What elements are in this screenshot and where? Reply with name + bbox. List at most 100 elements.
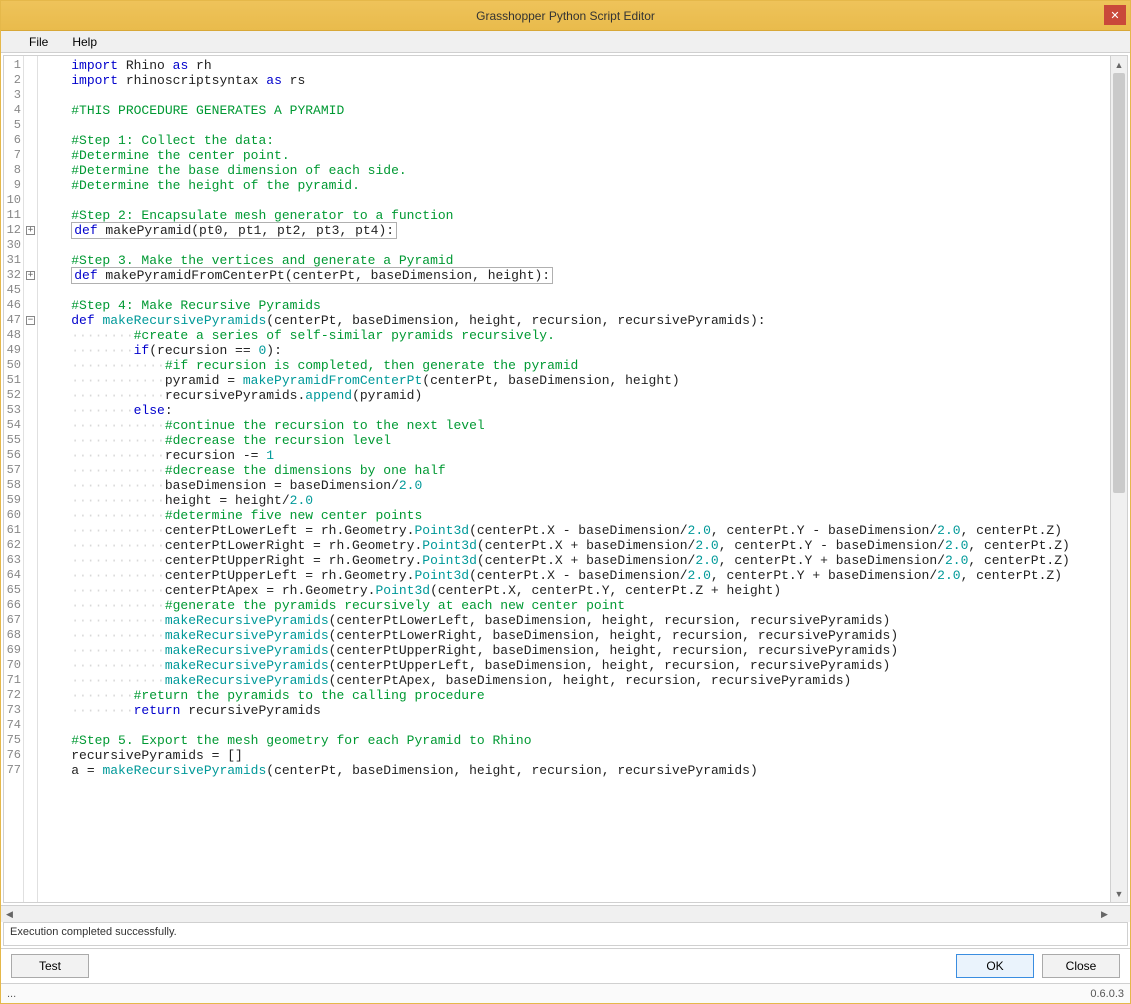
scroll-thumb[interactable]	[1113, 73, 1125, 493]
code-line[interactable]: ············makeRecursivePyramids(center…	[40, 613, 1110, 628]
code-line[interactable]: #Step 4: Make Recursive Pyramids	[40, 298, 1110, 313]
line-number: 60	[4, 508, 23, 523]
close-icon[interactable]: ✕	[1104, 5, 1126, 25]
code-line[interactable]: ············pyramid = makePyramidFromCen…	[40, 373, 1110, 388]
fold-cell	[24, 403, 37, 418]
vertical-scrollbar[interactable]: ▲ ▼	[1110, 56, 1127, 902]
fold-cell	[24, 658, 37, 673]
fold-cell	[24, 178, 37, 193]
code-line[interactable]: ············centerPtUpperRight = rh.Geom…	[40, 553, 1110, 568]
code-line[interactable]: ············#decrease the recursion leve…	[40, 433, 1110, 448]
fold-cell	[24, 463, 37, 478]
hscroll-track[interactable]	[18, 906, 1096, 922]
folded-code[interactable]: def makePyramidFromCenterPt(centerPt, ba…	[71, 267, 553, 284]
fold-cell	[24, 118, 37, 133]
code-line[interactable]: #Determine the height of the pyramid.	[40, 178, 1110, 193]
menu-help[interactable]: Help	[62, 33, 107, 51]
fold-cell	[24, 163, 37, 178]
line-number: 70	[4, 658, 23, 673]
code-line[interactable]: def makeRecursivePyramids(centerPt, base…	[40, 313, 1110, 328]
code-line[interactable]: ········#create a series of self-similar…	[40, 328, 1110, 343]
line-number: 75	[4, 733, 23, 748]
menu-file[interactable]: File	[19, 33, 58, 51]
code-line[interactable]: ············centerPtApex = rh.Geometry.P…	[40, 583, 1110, 598]
code-pane[interactable]: import Rhino as rh import rhinoscriptsyn…	[38, 56, 1110, 902]
code-line[interactable]: ············#generate the pyramids recur…	[40, 598, 1110, 613]
code-line[interactable]: #Determine the center point.	[40, 148, 1110, 163]
code-line[interactable]: ············#determine five new center p…	[40, 508, 1110, 523]
code-line[interactable]: ············makeRecursivePyramids(center…	[40, 658, 1110, 673]
code-line[interactable]	[40, 283, 1110, 298]
line-number: 53	[4, 403, 23, 418]
code-line[interactable]: #Step 2: Encapsulate mesh generator to a…	[40, 208, 1110, 223]
code-line[interactable]: #Determine the base dimension of each si…	[40, 163, 1110, 178]
code-line[interactable]: ········if(recursion == 0):	[40, 343, 1110, 358]
code-line[interactable]: ············recursion -= 1	[40, 448, 1110, 463]
line-number: 65	[4, 583, 23, 598]
horizontal-scrollbar[interactable]: ◀ ▶	[1, 905, 1130, 922]
test-button[interactable]: Test	[11, 954, 89, 978]
line-number: 50	[4, 358, 23, 373]
fold-cell	[24, 253, 37, 268]
line-number: 72	[4, 688, 23, 703]
code-line[interactable]: #Step 1: Collect the data:	[40, 133, 1110, 148]
line-number: 3	[4, 88, 23, 103]
code-line[interactable]: ············centerPtUpperLeft = rh.Geome…	[40, 568, 1110, 583]
menubar: File Help	[1, 31, 1130, 53]
line-number: 52	[4, 388, 23, 403]
folded-code[interactable]: def makePyramid(pt0, pt1, pt2, pt3, pt4)…	[71, 222, 397, 239]
scroll-left-icon[interactable]: ◀	[1, 906, 18, 922]
fold-collapse-icon[interactable]: −	[26, 316, 35, 325]
code-line[interactable]: ········else:	[40, 403, 1110, 418]
code-line[interactable]: ········#return the pyramids to the call…	[40, 688, 1110, 703]
code-line[interactable]	[40, 193, 1110, 208]
code-line[interactable]	[40, 88, 1110, 103]
code-line[interactable]: import Rhino as rh	[40, 58, 1110, 73]
fold-expand-icon[interactable]: +	[26, 226, 35, 235]
code-line[interactable]	[40, 238, 1110, 253]
code-line[interactable]	[40, 118, 1110, 133]
code-line[interactable]: ············#decrease the dimensions by …	[40, 463, 1110, 478]
code-line[interactable]: ············#if recursion is completed, …	[40, 358, 1110, 373]
scroll-right-icon[interactable]: ▶	[1096, 906, 1113, 922]
code-line[interactable]: #Step 3. Make the vertices and generate …	[40, 253, 1110, 268]
line-number: 8	[4, 163, 23, 178]
line-number: 7	[4, 148, 23, 163]
line-number: 71	[4, 673, 23, 688]
code-line[interactable]: #THIS PROCEDURE GENERATES A PYRAMID	[40, 103, 1110, 118]
fold-expand-icon[interactable]: +	[26, 271, 35, 280]
code-line[interactable]: def makePyramidFromCenterPt(centerPt, ba…	[40, 268, 1110, 283]
code-body: 1234567891011123031324546474849505152535…	[4, 56, 1110, 902]
fold-cell	[24, 373, 37, 388]
line-number: 5	[4, 118, 23, 133]
code-line[interactable]: ············baseDimension = baseDimensio…	[40, 478, 1110, 493]
titlebar[interactable]: Grasshopper Python Script Editor ✕	[1, 1, 1130, 31]
code-line[interactable]: ············recursivePyramids.append(pyr…	[40, 388, 1110, 403]
code-line[interactable]: import rhinoscriptsyntax as rs	[40, 73, 1110, 88]
code-line[interactable]: ········return recursivePyramids	[40, 703, 1110, 718]
code-line[interactable]: recursivePyramids = []	[40, 748, 1110, 763]
code-line[interactable]: a = makeRecursivePyramids(centerPt, base…	[40, 763, 1110, 778]
fold-cell	[24, 433, 37, 448]
fold-cell	[24, 688, 37, 703]
fold-cell	[24, 298, 37, 313]
code-line[interactable]: ············makeRecursivePyramids(center…	[40, 643, 1110, 658]
code-line[interactable]: ············#continue the recursion to t…	[40, 418, 1110, 433]
close-button[interactable]: Close	[1042, 954, 1120, 978]
code-line[interactable]: ············makeRecursivePyramids(center…	[40, 628, 1110, 643]
scroll-up-icon[interactable]: ▲	[1111, 56, 1127, 73]
code-line[interactable]	[40, 718, 1110, 733]
code-line[interactable]: #Step 5. Export the mesh geometry for ea…	[40, 733, 1110, 748]
code-line[interactable]: ············makeRecursivePyramids(center…	[40, 673, 1110, 688]
code-line[interactable]: ············centerPtLowerLeft = rh.Geome…	[40, 523, 1110, 538]
code-line[interactable]: ············centerPtLowerRight = rh.Geom…	[40, 538, 1110, 553]
scroll-down-icon[interactable]: ▼	[1111, 885, 1127, 902]
fold-cell	[24, 388, 37, 403]
fold-cell	[24, 763, 37, 778]
code-line[interactable]: ············height = height/2.0	[40, 493, 1110, 508]
ok-button[interactable]: OK	[956, 954, 1034, 978]
line-number: 30	[4, 238, 23, 253]
fold-cell	[24, 733, 37, 748]
code-line[interactable]: def makePyramid(pt0, pt1, pt2, pt3, pt4)…	[40, 223, 1110, 238]
fold-cell	[24, 583, 37, 598]
